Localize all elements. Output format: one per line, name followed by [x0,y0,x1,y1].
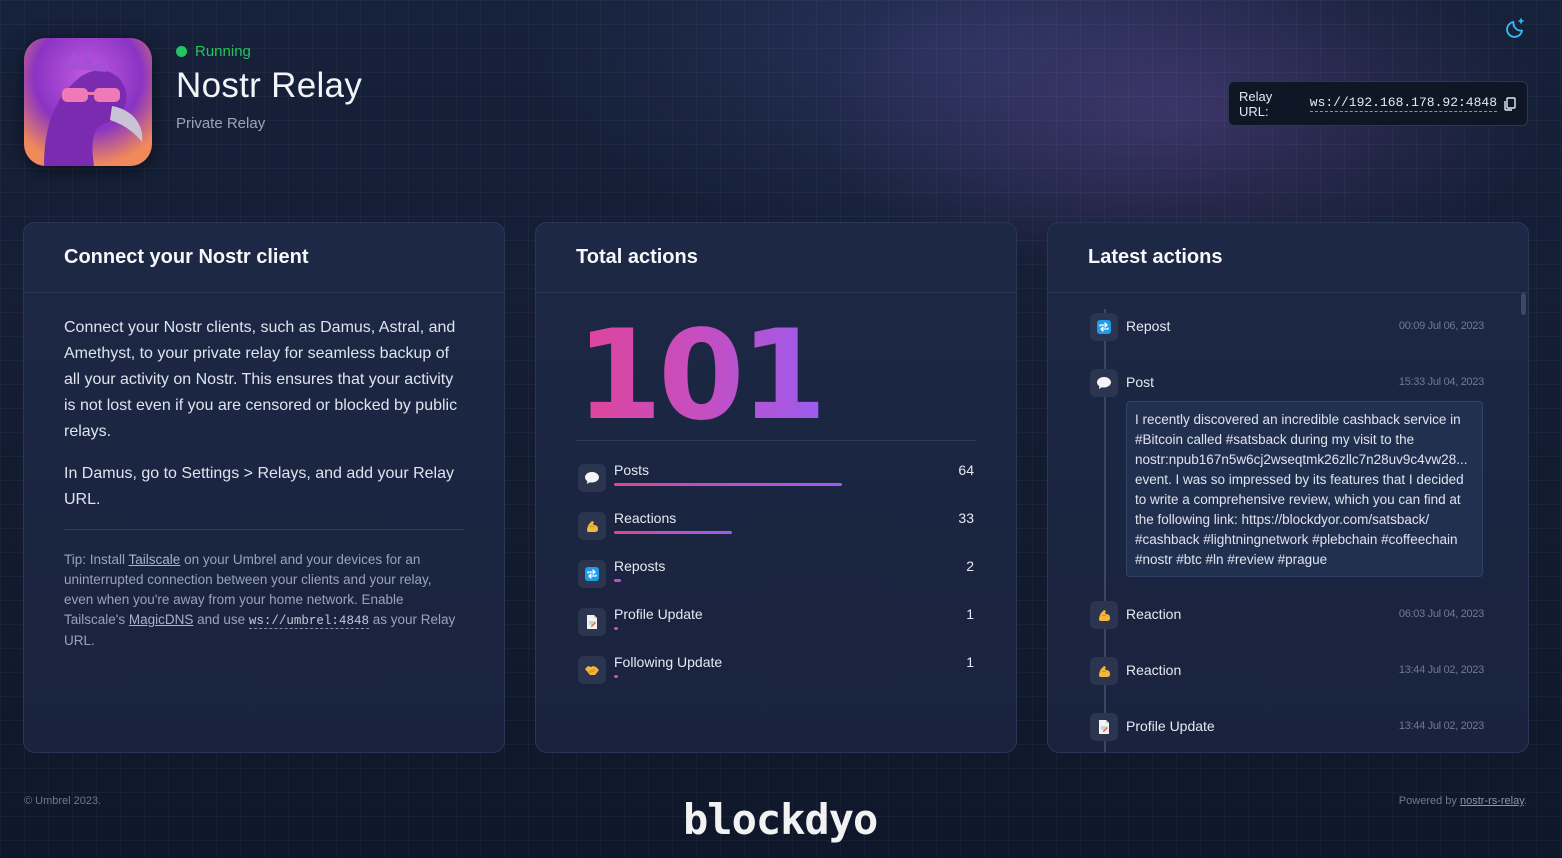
stat-count: 2 [966,558,974,574]
total-actions-count: 101 [576,304,827,448]
action-label: Profile Update [1126,718,1215,734]
stat-label: Following Update [614,654,723,670]
stat-count: 64 [958,462,974,478]
speech-bubble-icon [1090,369,1118,397]
action-item-post[interactable]: Post 15:33 Jul 04, 2023 [1090,369,1484,397]
stat-label: Posts [614,462,650,478]
flexed-biceps-icon [1090,601,1118,629]
stat-count: 1 [966,606,974,622]
latest-actions-timeline[interactable]: Repost 00:09 Jul 06, 2023 Post 15:33 Jul 04… [1048,293,1528,752]
stat-label: Profile Update [614,606,703,622]
relay-url-box: Relay URL: ws://192.168.178.92:4848 [1228,81,1528,126]
action-label: Reaction [1126,662,1182,678]
stat-progress-bar [614,627,618,630]
tip-text-1: Tip: Install [64,552,129,567]
speech-bubble-icon [578,464,606,492]
latest-actions-header: Latest actions [1048,223,1528,293]
latest-actions-card: Latest actions Repost 00:09 Jul 06, 2023 P… [1047,222,1529,753]
action-item-repost[interactable]: Repost 00:09 Jul 06, 2023 [1090,313,1484,341]
document-icon [1090,713,1118,741]
stat-row-reactions: Reactions 33 [576,508,974,548]
tailscale-link[interactable]: Tailscale [129,552,181,567]
action-label: Post [1126,374,1155,390]
status-text: Running [195,43,251,60]
theme-toggle-moon-icon[interactable] [1504,16,1528,40]
total-actions-title: Total actions [576,246,698,268]
repeat-icon [578,560,606,588]
total-actions-header: Total actions [536,223,1016,293]
app-icon [24,38,152,166]
action-timestamp: 06:03 Jul 04, 2023 [1398,608,1484,620]
damus-instructions: In Damus, go to Settings > Relays, and a… [64,465,454,508]
action-item-profile-update[interactable]: Profile Update 13:44 Jul 02, 2023 [1090,713,1484,741]
powered-by-text: Powered by [1398,795,1460,807]
connect-card-header: Connect your Nostr client [24,223,504,293]
handshake-icon [578,656,606,684]
page-subtitle: Private Relay [176,115,266,132]
stat-row-reposts: Reposts 2 [576,556,974,596]
action-timestamp: 13:44 Jul 02, 2023 [1398,720,1484,732]
action-item-reaction[interactable]: Reaction 06:03 Jul 04, 2023 [1090,601,1484,629]
stat-progress-bar [614,531,732,534]
powered-by-end: . [1523,795,1527,807]
stat-label: Reposts [614,558,666,574]
total-actions-card: Total actions 101 Posts 64 Reactions 33 Repo… [535,222,1017,753]
connect-description: Connect your Nostr clients, such as Damu… [64,319,458,440]
scrollbar[interactable] [1521,293,1526,315]
blockdyor-logo: blockdyor [683,790,903,851]
powered-by: Powered by nostr-rs-relay. [1399,795,1527,807]
brand-text: blockdyor [683,795,883,844]
status-dot [176,46,187,57]
action-label: Reaction [1126,606,1182,622]
copyright: © Umbrel 2023. [24,795,102,807]
action-timestamp: 00:09 Jul 06, 2023 [1398,320,1484,332]
stat-progress-bar [614,579,621,582]
connect-card-title: Connect your Nostr client [64,246,309,268]
divider [576,440,976,441]
stat-row-following-update: Following Update 1 [576,652,974,692]
repeat-icon [1090,313,1118,341]
stat-count: 1 [966,654,974,670]
flexed-biceps-icon [578,512,606,540]
stat-progress-bar [614,675,618,678]
action-timestamp: 13:44 Jul 02, 2023 [1398,664,1484,676]
connect-card: Connect your Nostr client Connect your N… [23,222,505,753]
relay-url-value[interactable]: ws://192.168.178.92:4848 [1309,95,1497,112]
stat-count: 33 [958,510,974,526]
stat-label: Reactions [614,510,677,526]
stat-row-posts: Posts 64 [576,460,974,500]
latest-actions-title: Latest actions [1088,246,1223,268]
action-label: Repost [1126,318,1171,334]
divider [64,529,464,530]
relay-url-label: Relay URL: [1239,88,1273,119]
copy-icon[interactable] [1503,96,1517,111]
action-item-reaction[interactable]: Reaction 13:44 Jul 02, 2023 [1090,657,1484,685]
tip-text-3: and use [193,612,249,627]
post-content: I recently discovered an incredible cash… [1126,401,1483,577]
magicdns-link[interactable]: MagicDNS [129,612,194,627]
page-title: Nostr Relay [176,66,363,105]
flexed-biceps-icon [1090,657,1118,685]
stat-progress-bar [614,483,842,486]
status-indicator: Running [176,43,251,60]
nostr-rs-relay-link[interactable]: nostr-rs-relay [1460,795,1524,807]
umbrel-relay-url[interactable]: ws://umbrel:4848 [248,614,369,629]
tailscale-tip: Tip: Install Tailscale on your Umbrel an… [64,550,464,651]
stat-row-profile-update: Profile Update 1 [576,604,974,644]
action-timestamp: 15:33 Jul 04, 2023 [1398,376,1484,388]
document-icon [578,608,606,636]
